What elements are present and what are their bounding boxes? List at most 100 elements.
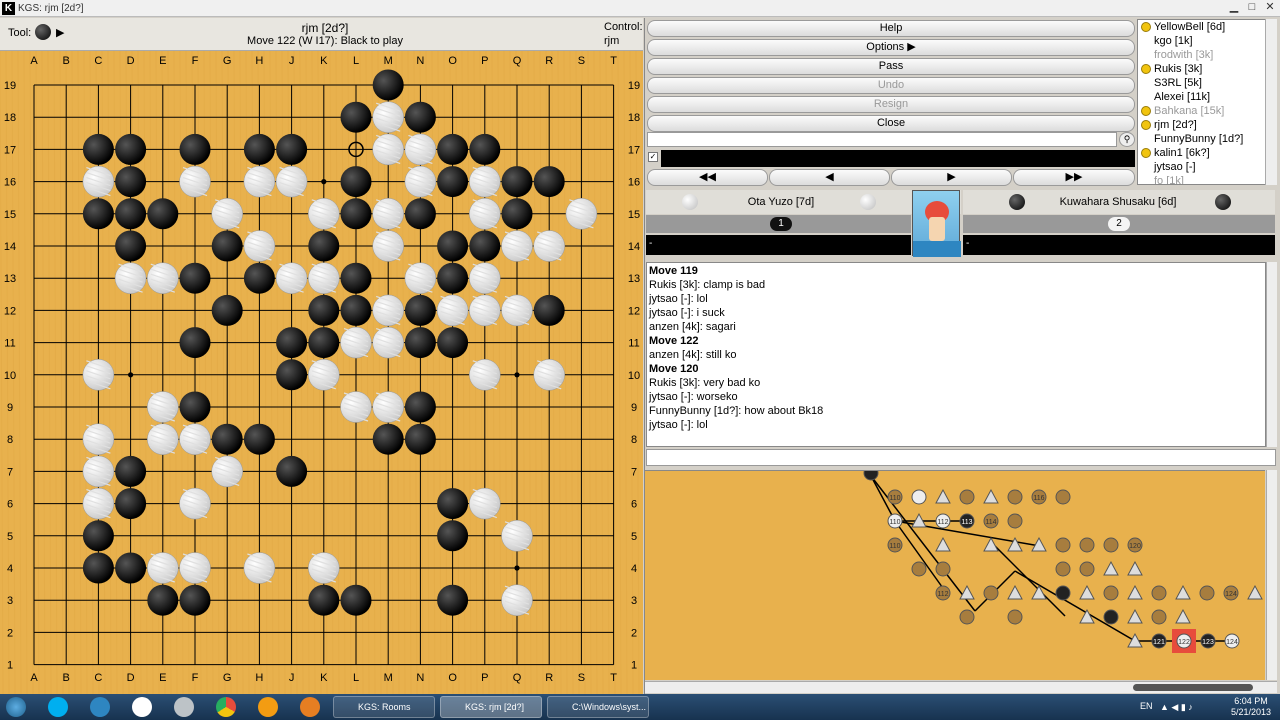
tree-node[interactable] (983, 536, 999, 552)
minimize-button[interactable]: ▁ (1226, 1, 1242, 15)
tree-node[interactable] (863, 465, 879, 481)
tree-node[interactable] (983, 585, 999, 601)
user-list-item[interactable]: S3RL [5k] (1138, 76, 1276, 90)
tool-arrow-icon[interactable]: ▶ (56, 26, 64, 39)
tree-node[interactable] (911, 489, 927, 505)
tree-node[interactable] (959, 584, 975, 600)
app-icon[interactable] (174, 697, 194, 717)
comment-input[interactable] (647, 132, 1117, 147)
tree-node[interactable] (959, 489, 975, 505)
go-board[interactable]: A A B B C C D D E E F F G G H H J J K K L L M M N N O O P P Q Q R R S S T T 19… (0, 51, 643, 694)
chat-log[interactable]: Move 119 Rukis [3k]: clamp is bad jytsao [… (646, 262, 1266, 447)
user-list-item[interactable]: Rukis [3k] (1138, 62, 1276, 76)
firefox-icon[interactable] (300, 697, 320, 717)
tree-node[interactable] (911, 561, 927, 577)
help-button[interactable]: Help (647, 20, 1135, 37)
user-list-item[interactable]: Bahkana [15k] (1138, 104, 1276, 118)
tree-node[interactable] (1079, 537, 1095, 553)
tree-node[interactable] (1127, 584, 1143, 600)
tree-node[interactable] (1007, 536, 1023, 552)
user-list-item[interactable]: jytsao [-] (1138, 160, 1276, 174)
tree-node[interactable] (1079, 584, 1095, 600)
tree-node[interactable] (1103, 560, 1119, 576)
close-button[interactable]: Close (647, 115, 1135, 132)
taskbar-item-cmd[interactable]: C:\Windows\syst... (547, 696, 649, 718)
prev-move-button[interactable]: ◀ (769, 169, 890, 186)
tree-node[interactable] (983, 488, 999, 504)
tree-node[interactable] (1007, 489, 1023, 505)
tree-node[interactable] (1175, 608, 1191, 624)
clock-date[interactable]: 5/21/2013 (1226, 707, 1276, 717)
tree-node[interactable] (1103, 585, 1119, 601)
tree-node[interactable] (935, 561, 951, 577)
chat-message: Rukis [3k]: clamp is bad (649, 279, 766, 291)
tree-node[interactable] (1151, 585, 1167, 601)
tree-node[interactable] (1007, 513, 1023, 529)
chat-scrollbar[interactable] (1266, 262, 1277, 447)
skype-icon[interactable] (48, 697, 68, 717)
tree-node[interactable] (1007, 584, 1023, 600)
column-label: Q (513, 55, 522, 67)
tray-icons[interactable]: ▲ ◀ ▮ ♪ (1160, 702, 1193, 713)
runner-icon[interactable] (258, 697, 278, 717)
checkbox[interactable]: ✓ (648, 152, 658, 162)
tree-node[interactable] (1151, 609, 1167, 625)
game-tree[interactable]: 110 116 110 112 113 114 110 120 112 124 121 122 123 1… (645, 465, 1265, 681)
tool-black-stone-icon[interactable] (35, 24, 51, 40)
user-list-item[interactable]: FunnyBunny [1d?] (1138, 132, 1276, 146)
tree-node[interactable] (1127, 560, 1143, 576)
tree-node[interactable] (1055, 537, 1071, 553)
user-list-item[interactable]: fo [1k] (1138, 174, 1276, 184)
undo-button[interactable]: Undo (647, 77, 1135, 94)
last-move-button[interactable]: ▶▶ (1013, 169, 1135, 186)
chat-input[interactable] (646, 449, 1276, 466)
user-list-item[interactable]: kgo [1k] (1138, 34, 1276, 48)
black-player-name[interactable]: Kuwahara Shusaku [6d] (1043, 196, 1193, 208)
tree-node[interactable] (1007, 609, 1023, 625)
language-indicator[interactable]: EN (1140, 701, 1153, 711)
pass-button[interactable]: Pass (647, 58, 1135, 75)
tree-vscrollbar[interactable] (1266, 470, 1277, 680)
tree-hscroll-thumb[interactable] (1133, 684, 1253, 691)
tree-node[interactable] (935, 488, 951, 504)
tree-hscrollbar[interactable] (645, 681, 1277, 693)
start-button-icon[interactable] (6, 697, 26, 717)
user-list-item[interactable]: kalin1 [6k?] (1138, 146, 1276, 160)
resign-button[interactable]: Resign (647, 96, 1135, 113)
tree-node[interactable] (1103, 537, 1119, 553)
user-list-item[interactable]: rjm [2d?] (1138, 118, 1276, 132)
tree-node[interactable] (1199, 585, 1215, 601)
board-canvas[interactable]: AABBCCDDEEFFGGHHJJKKLLMMNNOOPPQQRRSSTT19… (0, 51, 643, 694)
user-list-item[interactable]: YellowBell [6d] (1138, 20, 1276, 34)
tree-node[interactable] (1055, 561, 1071, 577)
first-move-button[interactable]: ◀◀ (647, 169, 768, 186)
taskbar-item-game[interactable]: KGS: rjm [2d?] (440, 696, 542, 718)
user-list-item[interactable]: frodwith [3k] (1138, 48, 1276, 62)
row-label: 14 (4, 241, 16, 253)
user-list-scrollbar[interactable] (1265, 19, 1277, 185)
chrome-icon[interactable] (216, 697, 236, 717)
tree-node[interactable] (1103, 609, 1119, 625)
tree-node[interactable] (1079, 561, 1095, 577)
tree-node[interactable] (1127, 608, 1143, 624)
maximize-button[interactable]: □ (1244, 1, 1260, 15)
column-label: M (384, 55, 393, 67)
user-list[interactable]: YellowBell [6d] kgo [1k] frodwith [3k] Ruki… (1137, 19, 1277, 185)
ie-icon[interactable] (90, 697, 110, 717)
taskbar-item-rooms[interactable]: KGS: Rooms (333, 696, 435, 718)
tree-node[interactable] (1055, 585, 1071, 601)
kgs-icon[interactable] (132, 697, 152, 717)
tree-node[interactable] (959, 609, 975, 625)
next-move-button[interactable]: ▶ (891, 169, 1012, 186)
tree-node[interactable] (1175, 584, 1191, 600)
tree-node[interactable] (1247, 584, 1263, 600)
white-player-name[interactable]: Ota Yuzo [7d] (706, 196, 856, 208)
tree-node[interactable] (935, 536, 951, 552)
search-icon[interactable]: ⚲ (1119, 132, 1135, 147)
clock-time[interactable]: 6:04 PM (1226, 696, 1276, 706)
user-list-item[interactable]: Alexei [11k] (1138, 90, 1276, 104)
options-button[interactable]: Options ▶ (647, 39, 1135, 56)
game-tree-canvas[interactable]: 110 116 110 112 113 114 110 120 112 124 121 122 123 1… (645, 465, 1265, 681)
tree-node[interactable] (1055, 489, 1071, 505)
close-window-button[interactable]: ✕ (1262, 1, 1278, 15)
